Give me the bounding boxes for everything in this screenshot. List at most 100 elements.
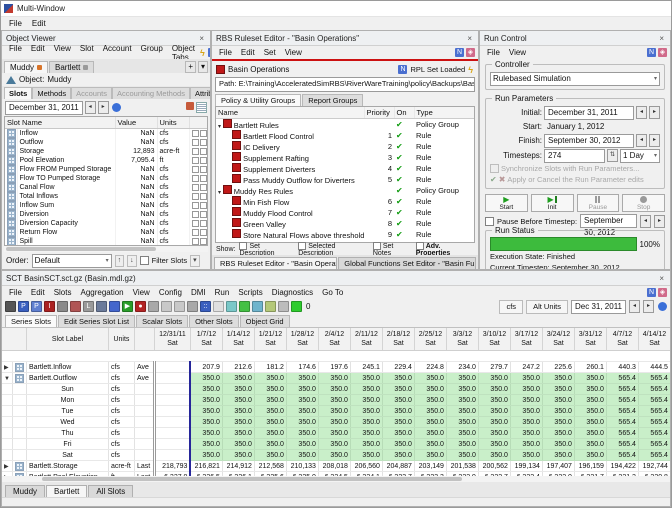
cell-value[interactable]: 350.0 bbox=[318, 406, 350, 417]
date-column-header[interactable]: 1/7/12Sat bbox=[190, 328, 222, 351]
cell-value[interactable]: 350.0 bbox=[414, 395, 446, 406]
cell-value[interactable]: 350.0 bbox=[446, 373, 478, 384]
sct-datetime-icon[interactable] bbox=[658, 302, 667, 311]
cell-value[interactable]: 350.0 bbox=[414, 373, 446, 384]
flag-box-icon[interactable] bbox=[192, 193, 199, 200]
filter-menu-icon[interactable]: ▾ bbox=[190, 255, 200, 267]
flag-box-icon[interactable] bbox=[192, 202, 199, 209]
cell-value[interactable]: 212.6 bbox=[222, 362, 254, 373]
cell-value[interactable]: 350.0 bbox=[446, 428, 478, 439]
date-column-header[interactable]: 1/14/12Sat bbox=[222, 328, 254, 351]
slot-row[interactable]: SpillNaNcfs bbox=[5, 237, 207, 246]
cell-value[interactable]: 350.0 bbox=[510, 417, 542, 428]
filter-slots-checkbox[interactable] bbox=[140, 256, 149, 265]
cell-value[interactable]: 350.0 bbox=[190, 384, 222, 395]
cell-value[interactable]: 350.0 bbox=[542, 450, 574, 461]
date-column-header[interactable]: 1/21/12Sat bbox=[254, 328, 286, 351]
rule-row[interactable]: IC Delivery2✔Rule bbox=[216, 141, 475, 152]
cell-value[interactable]: 350.0 bbox=[510, 395, 542, 406]
stop-run-icon[interactable]: ● bbox=[135, 301, 146, 312]
timesteps-spinner[interactable]: ⇅ bbox=[607, 149, 618, 162]
cell-value[interactable]: 350.0 bbox=[286, 395, 318, 406]
cell-value[interactable]: 350.0 bbox=[574, 373, 606, 384]
date-column-header[interactable]: 2/11/12Sat bbox=[350, 328, 382, 351]
flag-box-icon[interactable] bbox=[200, 238, 207, 245]
panel-options-icon[interactable]: ◈ bbox=[658, 48, 667, 57]
clear-cells-icon[interactable] bbox=[70, 301, 81, 312]
ruleset-path[interactable]: Path: E:\Training\AcceleratedSimRBS\Rive… bbox=[215, 77, 475, 92]
cell-value[interactable]: 210,133 bbox=[286, 461, 318, 472]
menu-item-edit[interactable]: Edit bbox=[237, 48, 259, 57]
date-column-header[interactable]: 2/25/12Sat bbox=[414, 328, 446, 351]
flag-box-icon[interactable] bbox=[200, 202, 207, 209]
cell-value[interactable]: 212,568 bbox=[254, 461, 286, 472]
close-icon[interactable]: × bbox=[197, 34, 206, 43]
policy-group-row[interactable]: ▾ Bartlett Rules✔Policy Group bbox=[216, 119, 475, 131]
slot-row[interactable]: InflowNaNcfs bbox=[5, 129, 207, 139]
datetime-sync-icon[interactable] bbox=[112, 103, 121, 112]
cell-value[interactable]: 192,744 bbox=[638, 461, 670, 472]
menu-item-go-to[interactable]: Go To bbox=[318, 288, 347, 297]
checkbox-icon[interactable] bbox=[239, 242, 247, 250]
cell-value[interactable]: 350.0 bbox=[478, 384, 510, 395]
checkbox-icon[interactable] bbox=[373, 242, 381, 250]
flag-box-icon[interactable] bbox=[200, 130, 207, 137]
lightning-icon[interactable]: ϟ bbox=[200, 48, 205, 58]
run-icon[interactable]: ▶ bbox=[122, 301, 133, 312]
timestep-unit-select[interactable]: 1 Day▾ bbox=[620, 149, 660, 163]
initial-next-icon[interactable]: ▸ bbox=[649, 106, 660, 119]
flag-box-icon[interactable] bbox=[200, 211, 207, 218]
on-checkmark-icon[interactable]: ✔ bbox=[394, 218, 414, 229]
cancel-icon[interactable]: ✖ bbox=[499, 175, 506, 184]
sct-row[interactable]: Moncfs350.0350.0350.0350.0350.0350.0350.… bbox=[2, 395, 670, 406]
date-column-header[interactable]: 2/18/12Sat bbox=[382, 328, 414, 351]
tab-edit-series-slot-list[interactable]: Edit Series Slot List bbox=[58, 315, 135, 327]
tab-policy-utility-groups[interactable]: Policy & Utility Groups bbox=[215, 94, 301, 106]
tab-accounting-methods[interactable]: Accounting Methods bbox=[112, 87, 190, 99]
panel-options-icon[interactable]: ◈ bbox=[658, 288, 667, 297]
cell-value[interactable]: 350.0 bbox=[254, 373, 286, 384]
flag-box-icon[interactable] bbox=[200, 139, 207, 146]
cell-value[interactable]: 218,793 bbox=[154, 461, 190, 472]
cell-value[interactable]: 245.1 bbox=[350, 362, 382, 373]
rule-row[interactable]: Pass Muddy Outflow for Diverters5✔Rule bbox=[216, 174, 475, 185]
rule-row[interactable]: Supplement Rafting3✔Rule bbox=[216, 152, 475, 163]
menu-item-dmi[interactable]: DMI bbox=[187, 288, 210, 297]
cell-value[interactable]: 350.0 bbox=[510, 428, 542, 439]
cell-value[interactable]: 350.0 bbox=[350, 450, 382, 461]
close-icon[interactable]: × bbox=[657, 274, 666, 283]
cell-value[interactable]: 350.0 bbox=[510, 450, 542, 461]
cell-value[interactable]: 350.0 bbox=[254, 384, 286, 395]
flag-box-icon[interactable] bbox=[200, 157, 207, 164]
cell-value[interactable]: 350.0 bbox=[222, 395, 254, 406]
cell-value[interactable]: 350.0 bbox=[574, 384, 606, 395]
rule-row[interactable]: Muddy Flood Control7✔Rule bbox=[216, 207, 475, 218]
flag-box-icon[interactable] bbox=[200, 148, 207, 155]
cell-value[interactable]: 350.0 bbox=[222, 439, 254, 450]
cell-value[interactable]: 444.5 bbox=[638, 362, 670, 373]
cell-value[interactable]: 565.4 bbox=[638, 395, 670, 406]
menu-item-file[interactable]: File bbox=[5, 19, 26, 28]
add-tab-button[interactable]: + bbox=[185, 61, 196, 73]
cell-value[interactable]: 350.0 bbox=[574, 439, 606, 450]
cell-value[interactable]: 350.0 bbox=[318, 417, 350, 428]
slot-row[interactable]: Flow FROM Pumped StorageNaNcfs bbox=[5, 165, 207, 174]
cell-value[interactable]: 350.0 bbox=[254, 395, 286, 406]
tab-series-slots[interactable]: Series Slots bbox=[5, 315, 57, 327]
close-icon[interactable]: × bbox=[657, 34, 666, 43]
menu-item-diagnostics[interactable]: Diagnostics bbox=[268, 288, 317, 297]
cell-value[interactable]: 350.0 bbox=[350, 417, 382, 428]
expander-expanded-icon[interactable]: ▼ bbox=[4, 376, 10, 382]
cell-value[interactable]: 565.4 bbox=[638, 428, 670, 439]
cell-value[interactable]: 350.0 bbox=[446, 395, 478, 406]
cell-value[interactable]: 350.0 bbox=[286, 384, 318, 395]
cell-value[interactable]: 350.0 bbox=[510, 373, 542, 384]
move-up-icon[interactable]: ↑ bbox=[115, 255, 125, 267]
flag-box-icon[interactable] bbox=[192, 157, 199, 164]
cell-value[interactable]: 565.4 bbox=[606, 406, 638, 417]
menu-item-set[interactable]: Set bbox=[260, 48, 280, 57]
cell-value[interactable]: 350.0 bbox=[350, 428, 382, 439]
cell-value[interactable]: 350.0 bbox=[190, 406, 222, 417]
date-field[interactable]: December 31, 2011 bbox=[5, 101, 83, 115]
flag-box-icon[interactable] bbox=[200, 220, 207, 227]
